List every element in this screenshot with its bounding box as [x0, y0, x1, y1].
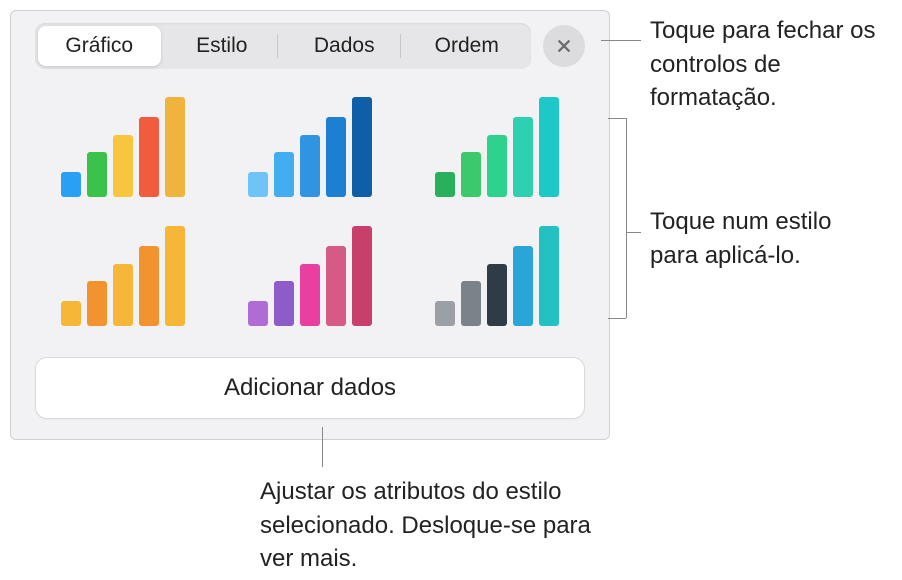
chart-style-4[interactable]: [47, 226, 198, 326]
style-grid: [47, 97, 573, 329]
callout-leader: [608, 318, 626, 319]
tab-order[interactable]: Ordem: [406, 26, 529, 66]
callout-leader: [601, 40, 641, 41]
callout-leader: [626, 118, 627, 318]
callout-close: Toque para fechar os controlos de format…: [650, 14, 880, 115]
tab-data[interactable]: Dados: [283, 26, 406, 66]
callout-leader: [322, 427, 323, 467]
tab-chart[interactable]: Gráfico: [38, 26, 161, 66]
format-panel: Gráfico Estilo Dados Ordem Ad: [10, 10, 610, 440]
callout-leader: [608, 118, 626, 119]
callout-styles: Toque num estilo para aplicá-lo.: [650, 205, 880, 272]
tab-style[interactable]: Estilo: [161, 26, 284, 66]
close-button[interactable]: [543, 25, 585, 67]
chart-style-3[interactable]: [422, 97, 573, 197]
chart-style-6[interactable]: [422, 226, 573, 326]
add-data-button[interactable]: Adicionar dados: [35, 357, 585, 419]
chart-style-2[interactable]: [234, 97, 385, 197]
segmented-control: Gráfico Estilo Dados Ordem: [35, 23, 531, 69]
callout-leader: [627, 232, 641, 233]
chart-style-5[interactable]: [234, 226, 385, 326]
close-icon: [555, 37, 573, 55]
tab-bar: Gráfico Estilo Dados Ordem: [35, 23, 585, 69]
chart-style-1[interactable]: [47, 97, 198, 197]
callout-add: Ajustar os atributos do estilo seleciona…: [260, 475, 620, 576]
